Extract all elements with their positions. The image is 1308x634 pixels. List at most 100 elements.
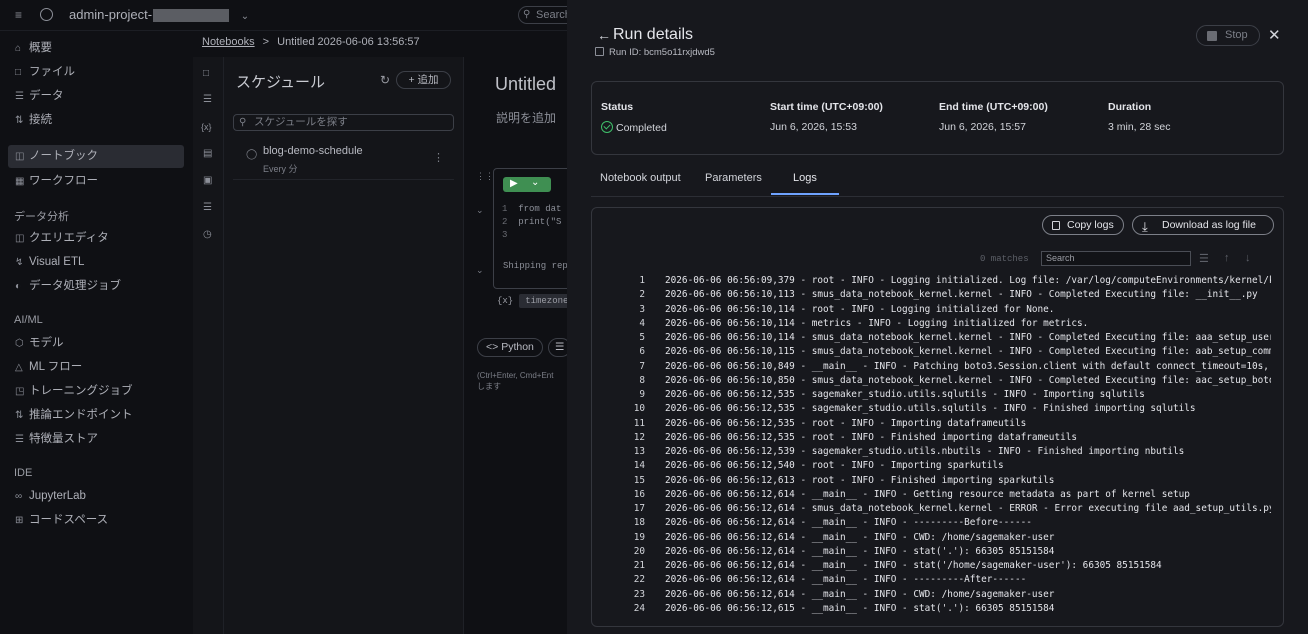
run-id: Run ID: bcm5o11rxjdwd5 <box>595 47 715 58</box>
nav-item-jupyterlab[interactable]: ∞ JupyterLab <box>15 486 86 506</box>
nav-item-data-jobs[interactable]: ◐ データ処理ジョブ <box>15 276 121 296</box>
database-button[interactable]: ☰ <box>548 338 567 357</box>
training-icon: ◳ <box>15 386 25 397</box>
log-lines: 1 2026-06-06 06:56:09,379 - root - INFO -… <box>592 275 1283 617</box>
match-count: 0 matches <box>980 254 1029 264</box>
run-cell-button[interactable]: ▶ ⌄ <box>503 177 551 192</box>
tab-parameters[interactable]: Parameters <box>705 172 762 184</box>
package-icon[interactable]: ▣ <box>203 175 215 187</box>
log-line-number: 1 <box>639 275 645 286</box>
breadcrumb-notebooks-link[interactable]: Notebooks <box>202 36 255 48</box>
app-logo-icon[interactable] <box>40 8 53 21</box>
log-line-text: 2026-06-06 06:56:10,850 - smus_data_note… <box>665 374 1271 386</box>
log-line: 4 2026-06-06 06:56:10,114 - metrics - INF… <box>592 318 1283 332</box>
log-line-text: 2026-06-06 06:56:12,614 - __main__ - INF… <box>665 545 1055 557</box>
refresh-icon[interactable]: ↻ <box>380 73 390 87</box>
tab-logs[interactable]: Logs <box>771 172 839 195</box>
table-icon[interactable]: ▤ <box>203 148 215 160</box>
log-line-text: 2026-06-06 06:56:12,535 - sagemaker_stud… <box>665 403 1196 415</box>
log-line-text: 2026-06-06 06:56:10,113 - smus_data_note… <box>665 289 1258 301</box>
nav-item-query-editor[interactable]: ◫ クエリエディタ <box>15 228 109 248</box>
chevron-down-icon: ⌄ <box>240 11 250 22</box>
top-bar: ≡ admin-project- ⌄ ⚲ Search <box>0 0 578 31</box>
nav-item-files[interactable]: □ ファイル <box>15 62 75 82</box>
nav-item-workflows[interactable]: ▦ ワークフロー <box>15 171 98 191</box>
nav-item-notebooks[interactable]: ◫ ノートブック <box>8 145 184 168</box>
log-line-text: 2026-06-06 06:56:12,540 - root - INFO - … <box>665 460 1004 472</box>
filter-lines-icon[interactable]: ☰ <box>1199 252 1209 265</box>
log-line-number: 13 <box>633 446 645 457</box>
arrow-down-icon[interactable]: ↓ <box>1245 252 1251 264</box>
model-icon: ⬡ <box>15 338 24 349</box>
log-line-text: 2026-06-06 06:56:12,614 - __main__ - INF… <box>665 517 1032 529</box>
variable-chip[interactable]: {x} timezone <box>497 294 567 308</box>
schedule-search-input[interactable]: ⚲ スケジュールを探す <box>233 114 454 131</box>
log-line-number: 22 <box>633 574 645 586</box>
log-line-number: 8 <box>639 374 645 386</box>
code-cell[interactable]: ▶ ⌄ 1 from dat 2 print("S 3 Shipping rep <box>493 168 567 289</box>
log-line-number: 18 <box>633 517 645 529</box>
log-line: 16 2026-06-06 06:56:12,614 - __main__ - I… <box>592 489 1283 503</box>
nav-item-inference-endpoints[interactable]: ⇅ 推論エンドポイント <box>15 405 133 425</box>
notebook-title[interactable]: Untitled <box>495 74 556 95</box>
stop-button[interactable]: Stop <box>1196 25 1260 46</box>
log-line-number: 21 <box>633 560 645 571</box>
python-button[interactable]: <> Python <box>477 338 543 357</box>
status-text: Completed <box>616 122 667 134</box>
nav-item-visual-etl[interactable]: ↯ Visual ETL <box>15 252 84 272</box>
notebook-icon-rail: □ ☰ {x} ▤ ▣ ☰ ◷ <box>193 57 224 634</box>
schedule-row[interactable]: ◯ blog-demo-schedule Every 分 ⋮ <box>233 141 454 180</box>
chevron-down-icon[interactable]: ⌄ <box>476 205 484 216</box>
code-editor[interactable]: 1 from dat 2 print("S 3 <box>502 203 561 242</box>
arrow-up-icon[interactable]: ↑ <box>1224 252 1230 264</box>
add-schedule-button[interactable]: + 追加 <box>396 71 451 89</box>
nav-item-training-jobs[interactable]: ◳ トレーニングジョブ <box>15 381 133 401</box>
nav-item-ml-flow[interactable]: △ ML フロー <box>15 357 82 377</box>
drag-handle-icon[interactable]: ⋮⋮ <box>476 171 494 182</box>
log-line: 20 2026-06-06 06:56:12,614 - __main__ - I… <box>592 545 1283 560</box>
close-icon[interactable]: ✕ <box>1268 26 1281 44</box>
check-circle-icon <box>601 121 613 133</box>
more-options-icon[interactable]: ⋮ <box>433 151 444 164</box>
nav-item-feature-store[interactable]: ☰ 特徴量ストア <box>15 429 98 449</box>
copy-icon <box>1052 221 1060 230</box>
notebook-description[interactable]: 説明を追加 <box>496 109 556 126</box>
copy-icon[interactable] <box>595 47 604 56</box>
log-line-text: 2026-06-06 06:56:12,614 - __main__ - INF… <box>665 588 1055 600</box>
collapse-menu-icon[interactable]: ≡ <box>15 8 22 22</box>
query-icon: ◫ <box>15 233 25 244</box>
nav-item-models[interactable]: ⬡ モデル <box>15 333 64 353</box>
download-logs-button[interactable]: ⤓ Download as log file <box>1132 215 1274 235</box>
nav-item-connections[interactable]: ⇅ 接続 <box>15 110 52 130</box>
log-line-text: 2026-06-06 06:56:12,614 - smus_data_note… <box>665 503 1271 514</box>
variables-icon[interactable]: {x} <box>201 121 213 133</box>
run-details-panel: ← Run details Run ID: bcm5o11rxjdwd5 Sto… <box>567 0 1308 634</box>
log-line: 9 2026-06-06 06:56:12,535 - sagemaker_stu… <box>592 389 1283 403</box>
tab-notebook-output[interactable]: Notebook output <box>600 172 681 184</box>
log-line: 23 2026-06-06 06:56:12,614 - __main__ - I… <box>592 588 1283 603</box>
project-selector[interactable]: admin-project- ⌄ <box>69 7 250 23</box>
stop-icon <box>1207 31 1217 41</box>
database-icon[interactable]: ☰ <box>203 94 215 106</box>
run-tabs: Notebook output Parameters Logs <box>591 164 1284 197</box>
log-line-number: 7 <box>639 360 645 372</box>
workflow-icon: ▦ <box>15 176 25 187</box>
start-time-label: Start time (UTC+09:00) <box>770 101 883 113</box>
back-arrow-icon[interactable]: ← <box>597 27 611 43</box>
file-icon: □ <box>15 67 22 78</box>
nav-item-codespaces[interactable]: ⊞ コードスペース <box>15 510 108 530</box>
chevron-down-icon[interactable]: ⌄ <box>476 265 484 276</box>
section-header-analytics: データ分析 <box>14 211 69 223</box>
log-line: 15 2026-06-06 06:56:12,613 - root - INFO … <box>592 475 1283 489</box>
copy-logs-button[interactable]: Copy logs <box>1042 215 1124 235</box>
log-search-input[interactable]: Search <box>1041 251 1191 266</box>
settings-sliders-icon[interactable]: ☰ <box>203 202 215 214</box>
log-line: 12 2026-06-06 06:56:12,535 - root - INFO … <box>592 432 1283 446</box>
chevron-down-icon: ⌄ <box>531 177 540 188</box>
nav-item-overview[interactable]: ⌂ 概要 <box>15 38 52 58</box>
file-icon[interactable]: □ <box>203 68 215 80</box>
nav-item-data[interactable]: ☰ データ <box>15 86 64 106</box>
schedule-icon[interactable]: ◷ <box>203 229 215 241</box>
link-icon: ⇅ <box>15 115 24 126</box>
log-line-number: 5 <box>639 332 645 343</box>
